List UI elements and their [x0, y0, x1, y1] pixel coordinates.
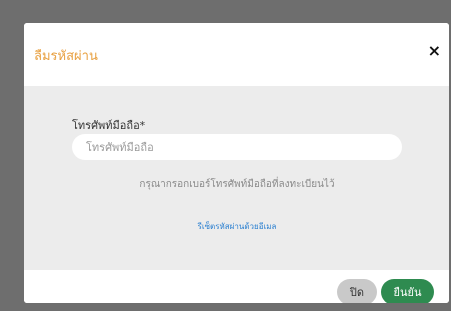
close-button[interactable]: ปิด: [337, 279, 377, 303]
dialog-header: ลืมรหัสผ่าน ×: [24, 23, 449, 86]
phone-input[interactable]: [72, 134, 402, 160]
dialog-title: ลืมรหัสผ่าน: [34, 49, 98, 64]
close-icon[interactable]: ×: [428, 43, 441, 59]
help-text: กรุณากรอกเบอร์โทรศัพท์มือถือที่ลงทะเบียน…: [139, 179, 335, 190]
phone-label: โทรศัพท์มือถือ*: [72, 119, 146, 132]
confirm-button[interactable]: ยืนยัน: [381, 279, 434, 303]
reset-by-email-link[interactable]: รีเซ็ตรหัสผ่านด้วยอีเมล: [72, 220, 402, 233]
dialog-footer: ปิด ยืนยัน: [24, 270, 449, 303]
dialog-body: โทรศัพท์มือถือ* กรุณากรอกเบอร์โทรศัพท์มื…: [24, 86, 449, 270]
forgot-password-dialog: ลืมรหัสผ่าน × โทรศัพท์มือถือ* กรุณากรอกเ…: [24, 23, 449, 303]
